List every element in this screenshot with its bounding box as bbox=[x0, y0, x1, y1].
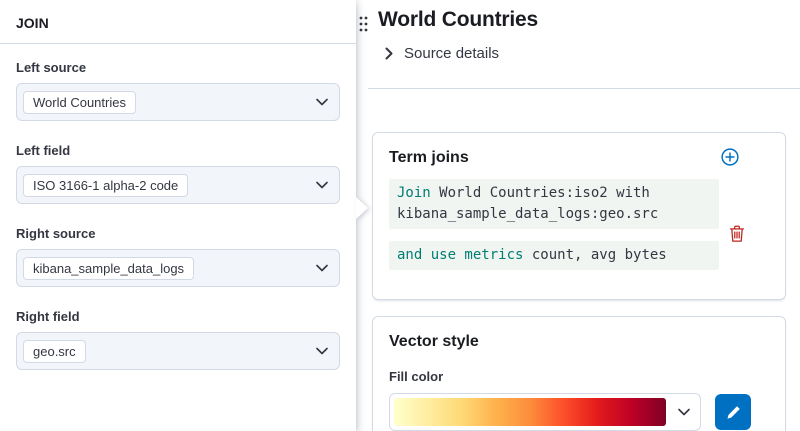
page-title: World Countries bbox=[378, 8, 538, 32]
grab-icon bbox=[358, 15, 368, 38]
source-details-label: Source details bbox=[404, 45, 499, 62]
metrics-expression-keyword: and use metrics bbox=[397, 247, 523, 263]
plus-in-circle-icon bbox=[721, 154, 739, 169]
right-field-group: Right field geo.src bbox=[16, 309, 340, 370]
join-popover-title: JOIN bbox=[0, 0, 356, 44]
fill-color-row bbox=[389, 393, 769, 431]
trash-icon bbox=[729, 231, 745, 246]
right-source-value: kibana_sample_data_logs bbox=[23, 257, 194, 280]
chevron-down-icon bbox=[316, 265, 328, 272]
join-popover: JOIN Left source World Countries Left fi… bbox=[0, 0, 356, 431]
term-joins-title: Term joins bbox=[389, 149, 769, 167]
delete-join-button[interactable] bbox=[727, 223, 747, 245]
fill-color-select[interactable] bbox=[389, 393, 701, 431]
left-source-group: Left source World Countries bbox=[16, 60, 340, 121]
left-field-select[interactable]: ISO 3166-1 alpha-2 code bbox=[16, 166, 340, 204]
metrics-expression-value: count, avg bytes bbox=[523, 247, 666, 263]
join-expression-value: World Countries:iso2 with kibana_sample_… bbox=[397, 185, 658, 222]
fill-color-ramp bbox=[394, 398, 666, 426]
popover-arrow bbox=[356, 197, 368, 219]
right-source-group: Right source kibana_sample_data_logs bbox=[16, 226, 340, 287]
add-join-button[interactable] bbox=[719, 146, 741, 168]
left-source-value: World Countries bbox=[23, 91, 136, 114]
right-field-select[interactable]: geo.src bbox=[16, 332, 340, 370]
right-source-label: Right source bbox=[16, 226, 340, 241]
left-field-group: Left field ISO 3166-1 alpha-2 code bbox=[16, 143, 340, 204]
chevron-down-icon bbox=[316, 348, 328, 355]
left-source-select[interactable]: World Countries bbox=[16, 83, 340, 121]
edit-style-button[interactable] bbox=[715, 394, 751, 430]
right-source-select[interactable]: kibana_sample_data_logs bbox=[16, 249, 340, 287]
right-field-label: Right field bbox=[16, 309, 340, 324]
chevron-down-icon bbox=[316, 182, 328, 189]
left-field-label: Left field bbox=[16, 143, 340, 158]
left-source-label: Left source bbox=[16, 60, 340, 75]
join-popover-body: Left source World Countries Left field I… bbox=[0, 44, 356, 386]
divider bbox=[368, 88, 800, 89]
fill-color-label: Fill color bbox=[389, 369, 769, 384]
right-field-value: geo.src bbox=[23, 340, 86, 363]
chevron-down-icon bbox=[316, 99, 328, 106]
chevron-down-icon bbox=[678, 409, 690, 416]
join-expressions: Join World Countries:iso2 with kibana_sa… bbox=[389, 179, 719, 270]
vector-style-title: Vector style bbox=[389, 333, 769, 351]
layer-settings-panel: World Countries Source details Term join… bbox=[356, 0, 800, 431]
vector-style-card: Vector style Fill color bbox=[372, 316, 786, 431]
term-joins-card: Term joins Join World Countries:iso2 wit… bbox=[372, 132, 786, 300]
source-details-toggle[interactable]: Source details bbox=[385, 45, 499, 62]
chevron-right-icon bbox=[385, 47, 393, 60]
metrics-expression[interactable]: and use metrics count, avg bytes bbox=[389, 241, 719, 270]
pencil-icon bbox=[726, 405, 741, 420]
join-expression[interactable]: Join World Countries:iso2 with kibana_sa… bbox=[389, 179, 719, 229]
left-field-value: ISO 3166-1 alpha-2 code bbox=[23, 174, 188, 197]
join-expression-keyword: Join bbox=[397, 185, 431, 201]
